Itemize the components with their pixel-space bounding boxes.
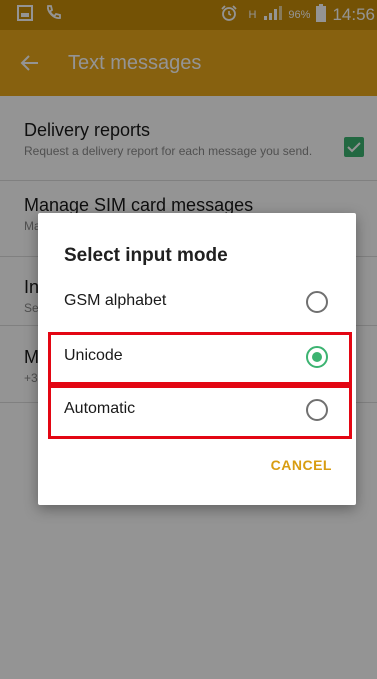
dialog-title: Select input mode [64, 245, 228, 266]
screen: H 96% 14:56 Text messages Delivery repor… [0, 0, 377, 679]
option-unicode[interactable]: Unicode [38, 331, 356, 383]
cancel-button[interactable]: CANCEL [271, 457, 332, 473]
option-label: Automatic [64, 400, 136, 417]
option-automatic[interactable]: Automatic [38, 384, 356, 436]
radio-button[interactable] [306, 399, 328, 421]
input-mode-dialog: Select input mode GSM alphabet Unicode A… [38, 213, 356, 505]
option-label: GSM alphabet [64, 292, 167, 309]
radio-button[interactable] [306, 291, 328, 313]
option-gsm-alphabet[interactable]: GSM alphabet [38, 276, 356, 328]
radio-button-selected[interactable] [306, 346, 328, 368]
option-label: Unicode [64, 347, 123, 364]
